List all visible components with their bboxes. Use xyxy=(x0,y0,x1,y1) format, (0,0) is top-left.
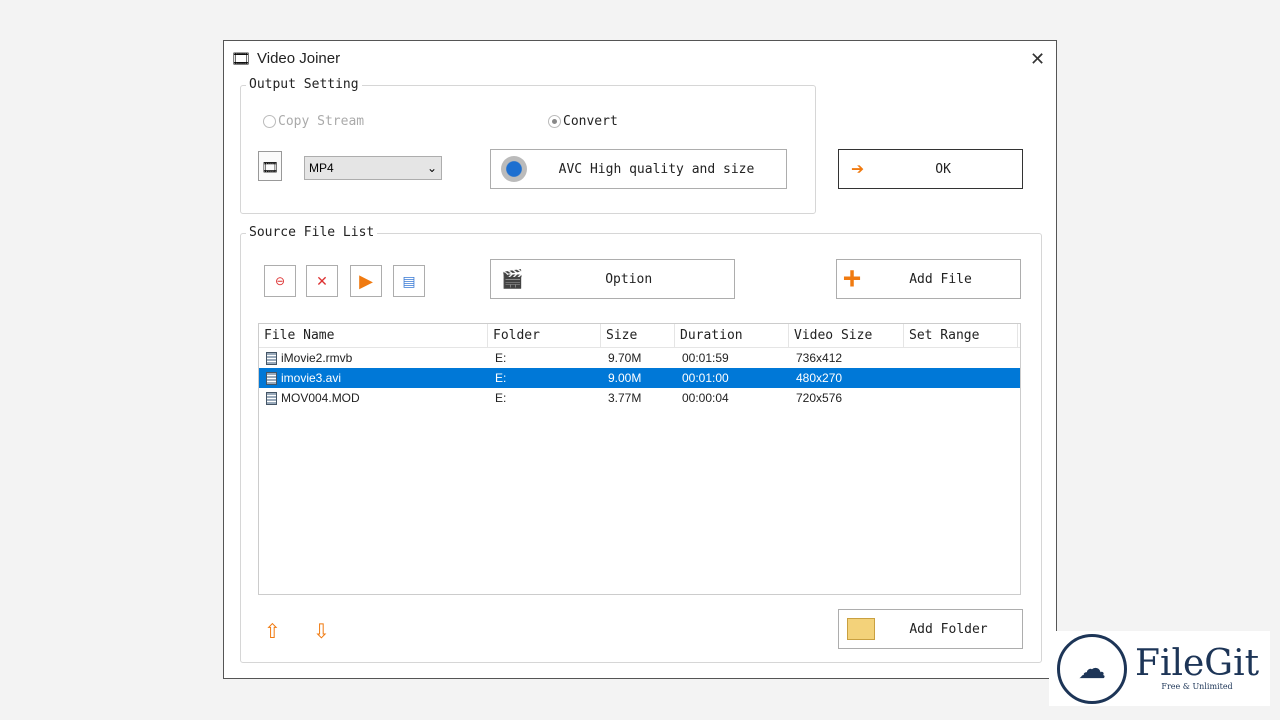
cell-size: 3.77M xyxy=(601,391,675,405)
filegit-watermark: ☁ FileGit Free & Unlimited xyxy=(1049,631,1270,706)
play-button[interactable]: ▶ xyxy=(350,265,382,297)
column-video-size[interactable]: Video Size xyxy=(789,324,904,347)
file-row[interactable]: MOV004.MOD E: 3.77M 00:00:04 720x576 xyxy=(259,388,1020,408)
add-file-label: Add File xyxy=(909,271,972,287)
cell-folder: E: xyxy=(488,351,601,365)
file-remove-icon: ⊖ xyxy=(274,274,286,288)
file-list-header: File Name Folder Size Duration Video Siz… xyxy=(259,324,1020,348)
film-scissors-icon: 🎬 xyxy=(501,268,524,290)
properties-button[interactable]: ▤ xyxy=(393,265,425,297)
arrow-down-icon: ⇩ xyxy=(313,621,330,643)
ok-button[interactable]: ➔ OK xyxy=(838,149,1023,189)
column-size[interactable]: Size xyxy=(601,324,675,347)
move-down-button[interactable]: ⇩ xyxy=(313,619,330,644)
cell-size: 9.00M xyxy=(601,371,675,385)
cell-name: imovie3.avi xyxy=(259,370,488,386)
cell-text: 00:01:00 xyxy=(682,371,729,385)
cell-name: MOV004.MOD xyxy=(259,390,488,406)
watermark-brand: FileGit xyxy=(1135,643,1260,684)
add-folder-button[interactable]: Add Folder xyxy=(838,609,1023,649)
cell-text: 720x576 xyxy=(796,391,843,405)
ok-label: OK xyxy=(935,161,951,177)
delete-file-button[interactable]: ✕ xyxy=(306,265,338,297)
close-button[interactable]: ✕ xyxy=(1030,49,1045,70)
column-folder[interactable]: Folder xyxy=(488,324,601,347)
cell-name: iMovie2.rmvb xyxy=(259,350,488,366)
cell-duration: 00:00:04 xyxy=(675,391,789,405)
cell-folder: E: xyxy=(488,371,601,385)
info-card-icon: ▤ xyxy=(402,272,416,289)
add-file-button[interactable]: + Add File xyxy=(836,259,1021,299)
option-button[interactable]: 🎬 Option xyxy=(490,259,735,299)
file-delete-icon: ✕ xyxy=(316,272,328,289)
plus-icon: + xyxy=(843,261,862,296)
video-file-icon xyxy=(266,392,277,406)
option-label: Option xyxy=(605,271,653,287)
cell-text: imovie3.avi xyxy=(281,370,342,385)
film-reel-icon: 🎞 xyxy=(231,51,252,68)
mp4-file-icon: 🎞 xyxy=(258,151,282,181)
copy-stream-radio[interactable]: Copy Stream xyxy=(263,114,364,129)
cell-text: 00:01:59 xyxy=(682,351,729,365)
remove-file-button[interactable]: ⊖ xyxy=(264,265,296,297)
cell-video-size: 480x270 xyxy=(789,371,904,385)
cell-duration: 00:01:00 xyxy=(675,371,789,385)
arrow-right-icon: ➔ xyxy=(851,156,865,182)
column-set-range[interactable]: Set Range xyxy=(904,324,1018,347)
file-row[interactable]: iMovie2.rmvb E: 9.70M 00:01:59 736x412 xyxy=(259,348,1020,368)
convert-radio[interactable]: Convert xyxy=(548,114,618,129)
video-file-icon xyxy=(266,372,277,386)
cell-size: 9.70M xyxy=(601,351,675,365)
gear-icon xyxy=(501,156,527,182)
cloud-logo-icon: ☁ xyxy=(1057,633,1127,704)
output-setting-legend: Output Setting xyxy=(246,77,362,92)
cell-video-size: 720x576 xyxy=(789,391,904,405)
video-file-icon xyxy=(266,352,277,366)
format-value: MP4 xyxy=(309,161,334,175)
format-select[interactable]: MP4 ⌄ xyxy=(304,156,442,180)
cell-text: 480x270 xyxy=(796,371,843,385)
copy-stream-label: Copy Stream xyxy=(278,114,365,129)
video-joiner-window: 🎞 Video Joiner ✕ Output Setting Copy Str… xyxy=(223,40,1057,679)
column-file-name[interactable]: File Name xyxy=(259,324,488,347)
cell-text: 3.77M xyxy=(608,391,642,405)
preset-button[interactable]: AVC High quality and size xyxy=(490,149,787,189)
file-list[interactable]: File Name Folder Size Duration Video Siz… xyxy=(258,323,1021,595)
folder-add-icon xyxy=(847,618,875,640)
cell-text: 736x412 xyxy=(796,351,843,365)
arrow-up-icon: ⇧ xyxy=(264,621,281,643)
column-duration[interactable]: Duration xyxy=(675,324,789,347)
cell-duration: 00:01:59 xyxy=(675,351,789,365)
source-file-list-legend: Source File List xyxy=(246,225,378,240)
cell-text: E: xyxy=(495,391,507,405)
move-up-button[interactable]: ⇧ xyxy=(264,619,281,644)
preset-label: AVC High quality and size xyxy=(558,161,755,177)
cell-text: 9.70M xyxy=(608,351,642,365)
file-row[interactable]: imovie3.avi E: 9.00M 00:01:00 480x270 xyxy=(259,368,1020,388)
add-folder-label: Add Folder xyxy=(909,621,988,637)
cell-video-size: 736x412 xyxy=(789,351,904,365)
cell-folder: E: xyxy=(488,391,601,405)
cell-text: 9.00M xyxy=(608,371,642,385)
cell-text: E: xyxy=(495,351,507,365)
cell-text: MOV004.MOD xyxy=(281,390,360,405)
window-title: Video Joiner xyxy=(257,50,341,67)
cell-text: E: xyxy=(495,371,507,385)
cell-text: iMovie2.rmvb xyxy=(281,350,353,365)
cell-text: 00:00:04 xyxy=(682,391,729,405)
chevron-down-icon: ⌄ xyxy=(426,161,437,175)
convert-label: Convert xyxy=(563,114,618,129)
play-icon: ▶ xyxy=(359,270,373,291)
